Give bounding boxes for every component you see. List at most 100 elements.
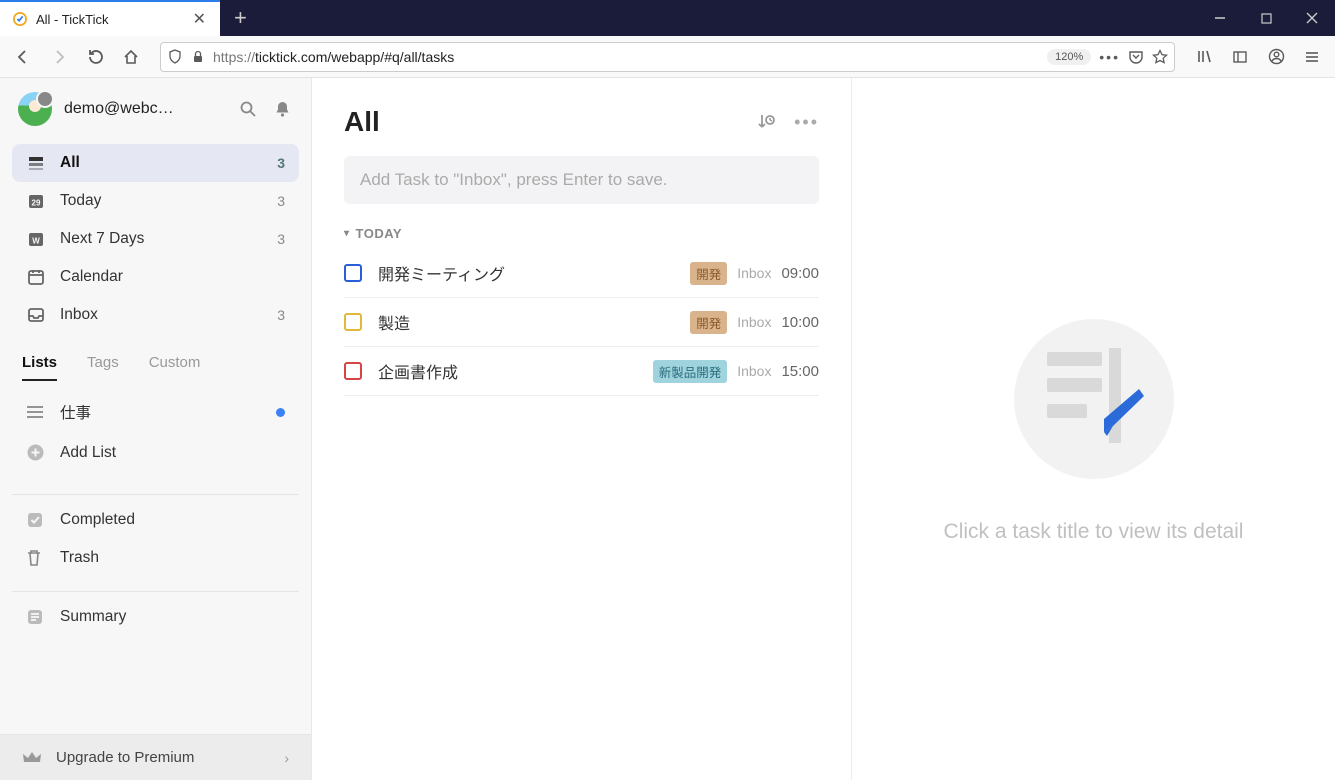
sidebar: demo@webc… All329Today3WNext 7 Days3Cale… <box>0 78 312 780</box>
list-item-work[interactable]: 仕事 <box>12 391 299 433</box>
search-icon[interactable] <box>237 100 259 118</box>
library-icon[interactable] <box>1189 42 1219 72</box>
detail-column: Click a task title to view its detail <box>852 78 1335 780</box>
task-list: 開発ミーティング開発Inbox09:00製造開発Inbox10:00企画書作成新… <box>312 249 851 396</box>
task-title: 製造 <box>378 310 690 334</box>
user-email[interactable]: demo@webc… <box>64 100 225 118</box>
window-controls <box>1197 0 1335 36</box>
zoom-badge[interactable]: 120% <box>1047 49 1091 65</box>
completed-label: Completed <box>60 511 285 529</box>
premium-label: Upgrade to Premium <box>56 749 284 766</box>
nav-label: Inbox <box>60 306 277 324</box>
close-button[interactable] <box>1289 0 1335 36</box>
inbox-icon <box>26 305 46 325</box>
sidebar-nav-inbox[interactable]: Inbox3 <box>12 296 299 334</box>
tab-title: All - TickTick <box>36 12 191 27</box>
bookmark-star-icon[interactable] <box>1152 49 1168 65</box>
forward-button[interactable] <box>44 42 74 72</box>
plus-circle-icon <box>26 443 46 462</box>
task-title: 企画書作成 <box>378 359 653 383</box>
task-tag[interactable]: 開発 <box>690 311 727 334</box>
nav-count: 3 <box>277 193 285 209</box>
back-button[interactable] <box>8 42 38 72</box>
nav-label: All <box>60 154 277 172</box>
calendar-week-icon: W <box>26 229 46 249</box>
sidebar-icon[interactable] <box>1225 42 1255 72</box>
more-icon[interactable]: ••• <box>794 112 819 133</box>
section-label: TODAY <box>356 226 403 241</box>
summary-icon <box>26 608 46 626</box>
lock-icon[interactable] <box>191 50 205 64</box>
tab-lists[interactable]: Lists <box>22 354 57 381</box>
task-checkbox[interactable] <box>344 264 362 282</box>
task-time: 10:00 <box>781 314 819 331</box>
minimize-button[interactable] <box>1197 0 1243 36</box>
tab-tags[interactable]: Tags <box>87 354 119 381</box>
home-button[interactable] <box>116 42 146 72</box>
sidebar-nav: All329Today3WNext 7 Days3CalendarInbox3 <box>0 140 311 338</box>
tab-close-icon[interactable]: ✕ <box>191 9 208 29</box>
main: All ••• Add Task to "Inbox", press Enter… <box>312 78 1335 780</box>
sidebar-separator <box>12 494 299 495</box>
task-tag[interactable]: 新製品開発 <box>653 360 728 383</box>
svg-text:29: 29 <box>32 199 41 208</box>
sort-icon[interactable] <box>756 112 776 132</box>
tab-custom[interactable]: Custom <box>149 354 201 381</box>
task-title: 開発ミーティング <box>378 261 690 285</box>
favicon-icon <box>12 11 28 27</box>
sidebar-separator <box>12 591 299 592</box>
svg-text:W: W <box>32 237 40 246</box>
add-list-label: Add List <box>60 444 285 462</box>
sidebar-nav-calendar[interactable]: Calendar <box>12 258 299 296</box>
task-time: 09:00 <box>781 265 819 282</box>
task-row[interactable]: 開発ミーティング開発 Inbox 09:00 <box>344 249 819 298</box>
sidebar-footer: Upgrade to Premium › <box>0 734 311 780</box>
sidebar-nav-today[interactable]: 29 Today3 <box>12 182 299 220</box>
trash-label: Trash <box>60 549 285 567</box>
new-tab-button[interactable]: + <box>220 5 261 31</box>
menu-icon[interactable] <box>1297 42 1327 72</box>
task-row[interactable]: 製造開発Inbox10:00 <box>344 298 819 347</box>
task-list-name: Inbox <box>737 265 771 281</box>
sidebar-tabs: Lists Tags Custom <box>0 346 311 381</box>
tasks-header: All ••• <box>312 102 851 156</box>
sidebar-nav-next-7-days[interactable]: WNext 7 Days3 <box>12 220 299 258</box>
reload-button[interactable] <box>80 42 110 72</box>
shield-icon[interactable] <box>167 49 183 65</box>
upgrade-premium-button[interactable]: Upgrade to Premium › <box>0 735 311 780</box>
add-list-button[interactable]: Add List <box>12 433 299 472</box>
sidebar-summary[interactable]: Summary <box>12 598 299 636</box>
calendar-day-icon: 29 <box>26 191 46 211</box>
task-checkbox[interactable] <box>344 362 362 380</box>
url-text: https://ticktick.com/webapp/#q/all/tasks <box>213 49 1039 65</box>
list-icon <box>26 405 46 419</box>
notifications-icon[interactable] <box>271 100 293 118</box>
nav-count: 3 <box>277 231 285 247</box>
sidebar-trash[interactable]: Trash <box>12 539 299 577</box>
add-task-input[interactable]: Add Task to "Inbox", press Enter to save… <box>344 156 819 204</box>
detail-placeholder-icon <box>1009 314 1179 484</box>
browser-toolbar: https://ticktick.com/webapp/#q/all/tasks… <box>0 36 1335 78</box>
caret-down-icon: ▾ <box>344 228 350 239</box>
account-icon[interactable] <box>1261 42 1291 72</box>
url-bar[interactable]: https://ticktick.com/webapp/#q/all/tasks… <box>160 42 1175 72</box>
trash-icon <box>26 549 46 567</box>
inbox-stack-icon <box>26 153 46 173</box>
nav-label: Today <box>60 192 277 210</box>
chevron-right-icon: › <box>284 750 289 766</box>
avatar[interactable] <box>18 92 52 126</box>
task-checkbox[interactable] <box>344 313 362 331</box>
sidebar-lists: 仕事 Add List Completed Trash Summary <box>0 381 311 734</box>
maximize-button[interactable] <box>1243 0 1289 36</box>
pocket-icon[interactable] <box>1128 49 1144 65</box>
browser-tab[interactable]: All - TickTick ✕ <box>0 0 220 36</box>
page-title: All <box>344 106 738 138</box>
section-today[interactable]: ▾ TODAY <box>312 226 851 249</box>
sidebar-nav-all[interactable]: All3 <box>12 144 299 182</box>
page-actions-icon[interactable]: ••• <box>1099 49 1120 65</box>
sidebar-completed[interactable]: Completed <box>12 501 299 539</box>
app: demo@webc… All329Today3WNext 7 Days3Cale… <box>0 78 1335 780</box>
task-time: 15:00 <box>781 363 819 380</box>
task-tag[interactable]: 開発 <box>690 262 727 285</box>
task-row[interactable]: 企画書作成新製品開発Inbox15:00 <box>344 347 819 396</box>
